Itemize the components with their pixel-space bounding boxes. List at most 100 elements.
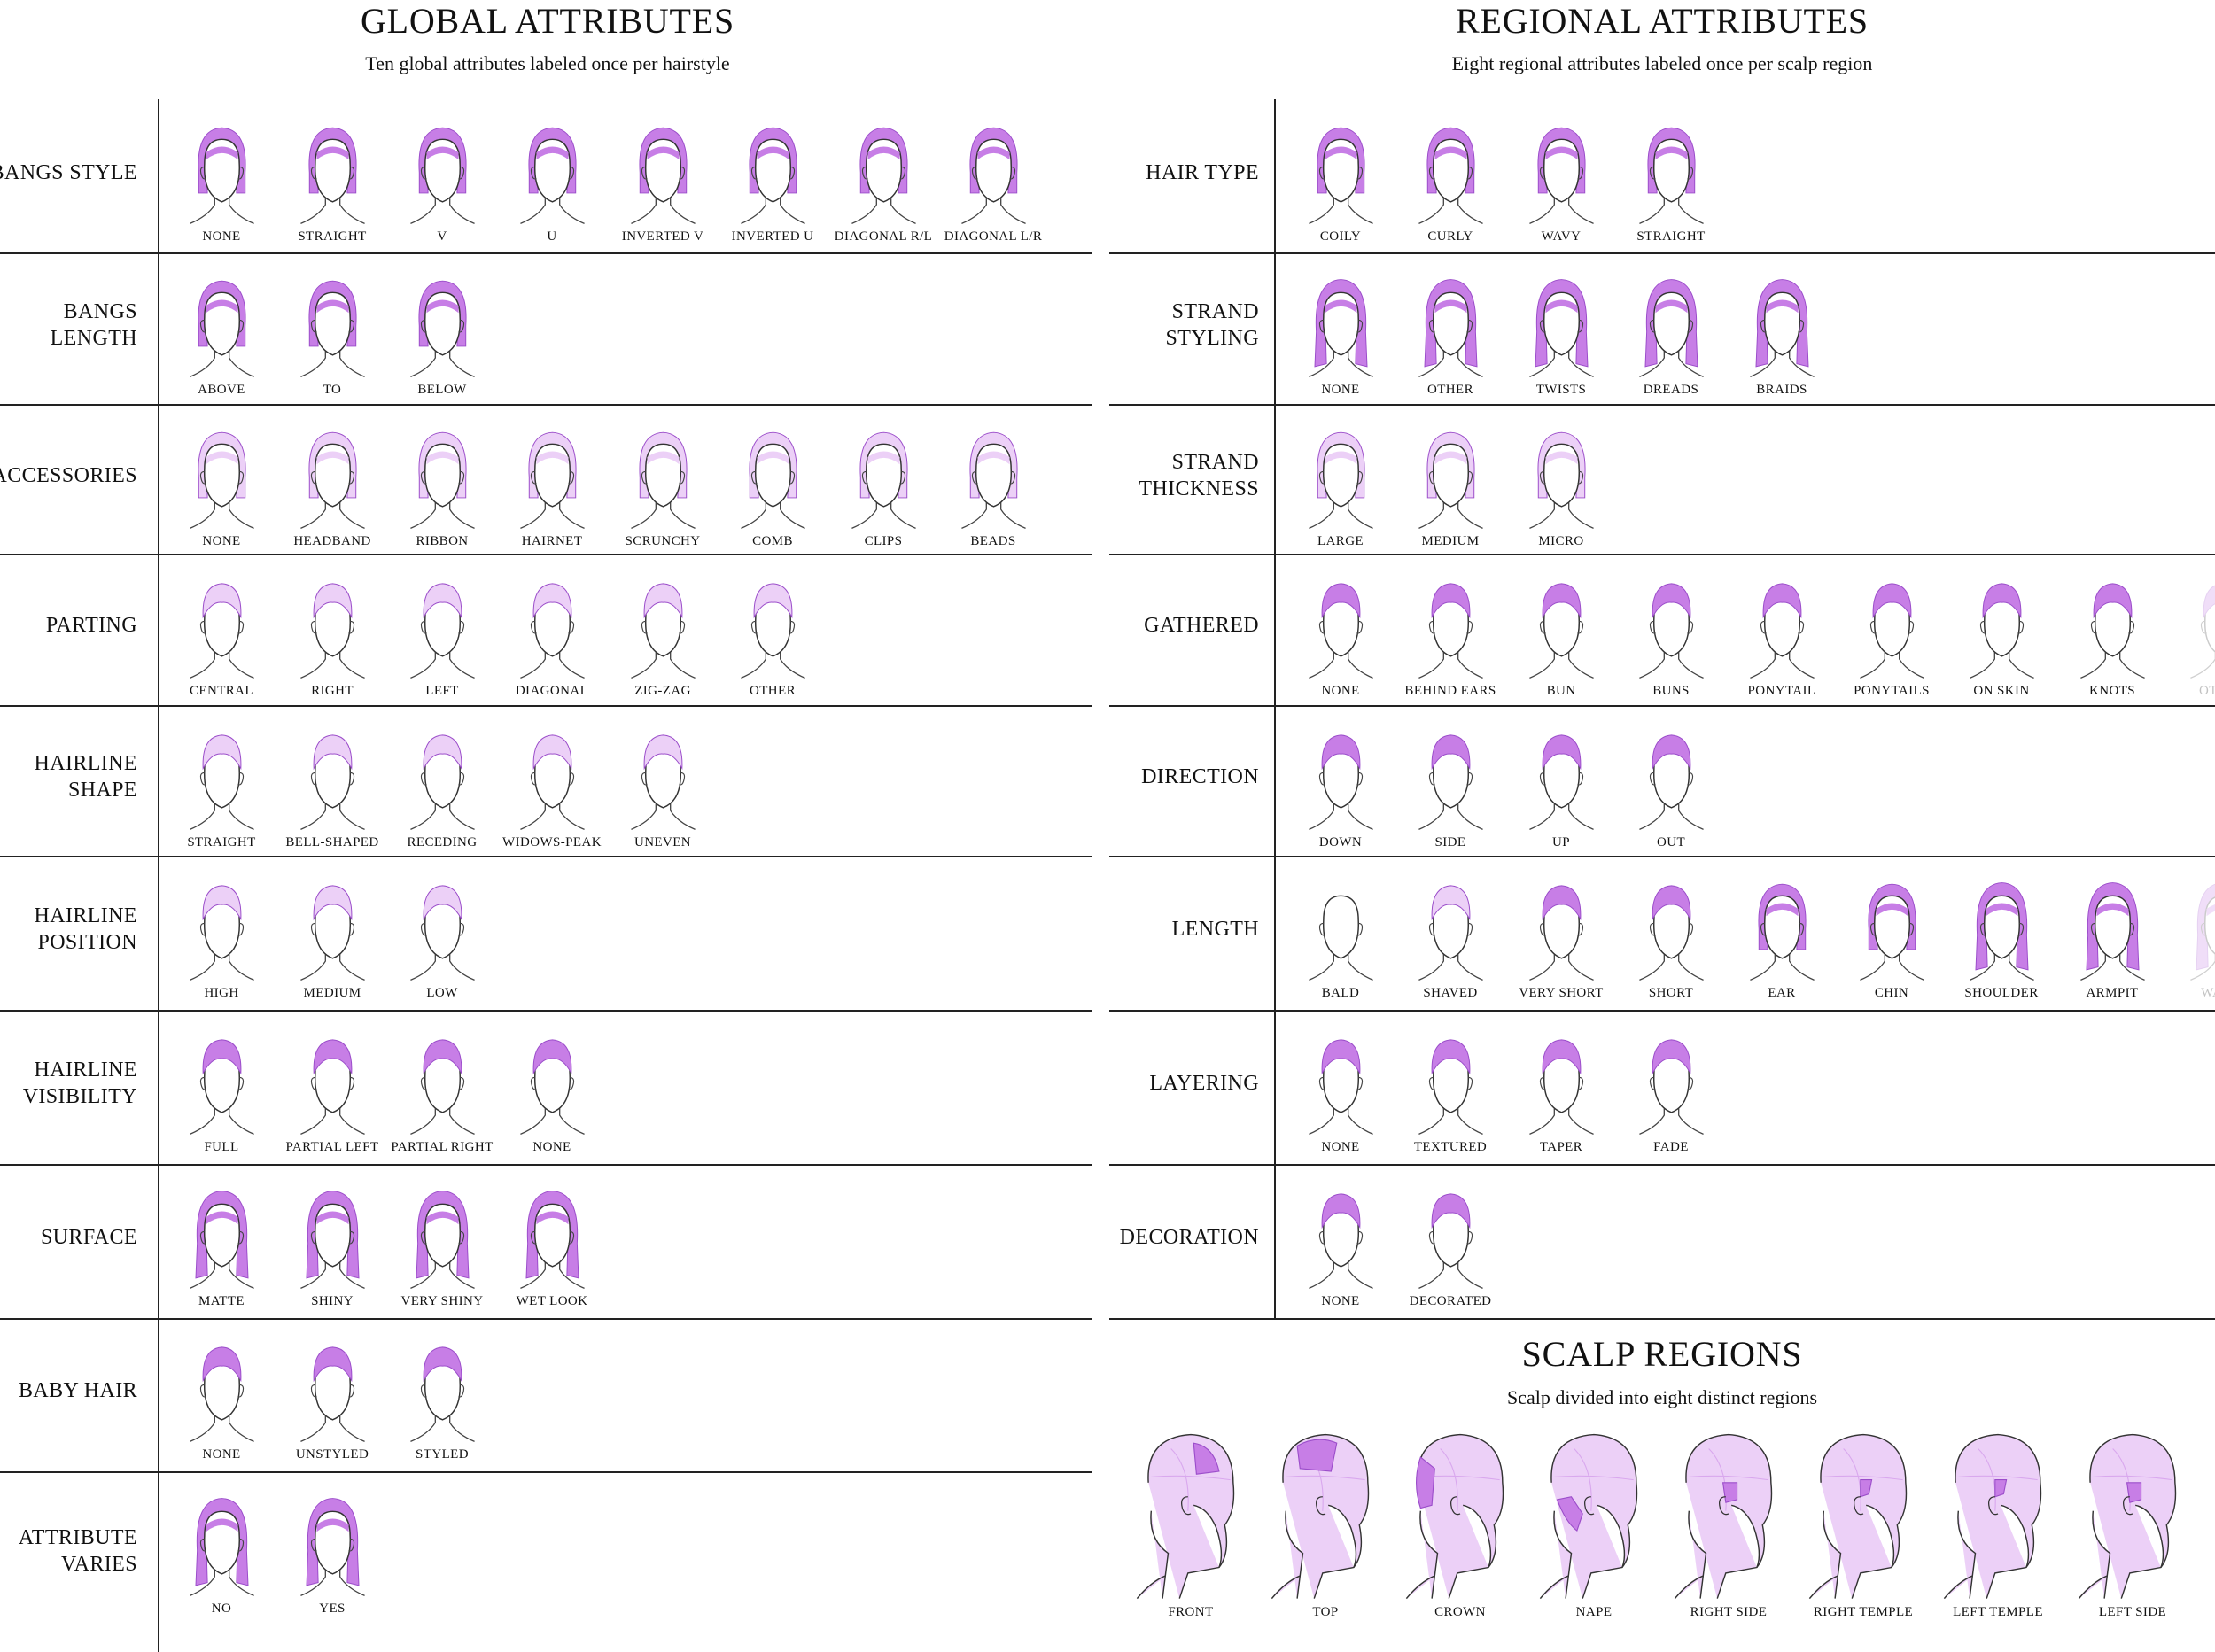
scalp-region-diagram: TOP (1259, 1426, 1392, 1620)
scalp-region-head-icon (1674, 1433, 1773, 1600)
row-label: DECORATION (1119, 1226, 1259, 1249)
attribute-option: PONYTAIL (1727, 575, 1837, 699)
attribute-option: INVERTED U (718, 120, 828, 244)
option-label: LEFT (425, 684, 459, 698)
option-label: DREADS (1643, 383, 1699, 397)
row-divider (0, 404, 1092, 406)
scalp-region-head-icon (1943, 1433, 2042, 1600)
attribute-option: ARMPIT (2057, 877, 2167, 1001)
option-label: FADE (1653, 1140, 1689, 1154)
attribute-option: CURLY (1395, 120, 1505, 244)
hairstyle-head-icon (1528, 583, 1594, 679)
option-label: LARGE (1317, 534, 1364, 548)
scalp-region-diagram: RIGHT TEMPLE (1797, 1426, 1930, 1620)
attribute-option: RIGHT (277, 575, 387, 699)
scalp-region-diagram: NAPE (1527, 1426, 1660, 1620)
attribute-option: EAR (1727, 877, 1837, 1001)
hairstyle-head-icon (1528, 885, 1594, 981)
hairstyle-head-icon (299, 1498, 365, 1596)
attribute-option: V (387, 120, 497, 244)
hairstyle-head-icon (189, 734, 254, 830)
hairstyle-head-icon (409, 1346, 475, 1442)
attribute-option: ON SKIN (1947, 575, 2056, 699)
attribute-option: MATTE (167, 1185, 276, 1309)
attribute-option: YES (277, 1493, 387, 1617)
attribute-option: TAPER (1506, 1031, 1616, 1155)
hairstyle-head-icon (630, 734, 696, 830)
hairstyle-head-icon (189, 127, 254, 224)
row-divider (1109, 705, 2215, 707)
attribute-option: HEADBAND (277, 425, 387, 549)
scalp-title: SCALP REGIONS (1521, 1334, 1803, 1374)
scalp-region-diagram: CROWN (1394, 1426, 1527, 1620)
region-label: RIGHT SIDE (1690, 1605, 1768, 1619)
attribute-option: FULL (167, 1031, 276, 1155)
attribute-option: SIDE (1395, 726, 1505, 850)
hairstyle-head-icon (1418, 431, 1483, 529)
hairstyle-head-icon (1418, 734, 1483, 830)
row-divider (1109, 404, 2215, 406)
option-label: YES (319, 1602, 346, 1616)
hairstyle-head-icon (519, 734, 585, 830)
row-divider (0, 1164, 1092, 1166)
row-label: ATTRIBUTE VARIES (18, 1526, 137, 1576)
option-label: NONE (1321, 1294, 1360, 1308)
attribute-option: OTHER (718, 575, 828, 699)
row-label: HAIR TYPE (1146, 161, 1259, 184)
hairstyle-head-icon (409, 734, 475, 830)
global-subtitle: Ten global attributes labeled once per h… (365, 52, 730, 74)
attribute-option: OTHER (1395, 274, 1505, 398)
option-label: NONE (1321, 1140, 1360, 1154)
region-label: NAPE (1575, 1605, 1613, 1619)
option-label: ON SKIN (1973, 684, 2030, 698)
hairstyle-head-icon (1418, 885, 1483, 981)
attribute-option: NONE (1286, 575, 1395, 699)
option-label: KNOTS (2088, 684, 2135, 698)
region-label: LEFT SIDE (2098, 1605, 2167, 1619)
hairstyle-head-icon (1418, 1193, 1483, 1289)
hairstyle-head-icon (1528, 431, 1594, 529)
hairstyle-head-icon (740, 127, 805, 224)
hairstyle-head-icon (1418, 127, 1483, 224)
attribute-option: UP (1506, 726, 1616, 850)
option-label: UP (1552, 835, 1570, 849)
option-label: COILY (1319, 229, 1362, 244)
hairstyle-head-icon (1528, 279, 1594, 377)
option-label: WAVY (1541, 229, 1582, 244)
attribute-option: VERY SHINY (387, 1185, 497, 1309)
option-label: DOWN (1318, 835, 1363, 849)
hairstyle-head-icon (630, 583, 696, 679)
hairstyle-head-icon (851, 127, 916, 224)
attribute-option: KNOTS (2057, 575, 2167, 699)
option-label: NONE (1321, 684, 1360, 698)
attribute-option: CLIPS (828, 425, 938, 549)
option-label: BELL-SHAPED (285, 835, 379, 849)
hairstyle-head-icon (1969, 882, 2034, 981)
hairstyle-head-icon (1638, 279, 1704, 377)
option-label: CLIPS (864, 534, 903, 548)
attribute-option: COMB (718, 425, 828, 549)
scalp-region-head-icon (1405, 1433, 1504, 1600)
row-label: BABY HAIR (18, 1379, 137, 1402)
attribute-option: BELL-SHAPED (277, 726, 387, 850)
attribute-option: VERY SHORT (1506, 877, 1616, 1001)
hairstyle-head-icon (409, 127, 475, 224)
attribute-option: RIBBON (387, 425, 497, 549)
row-divider (0, 705, 1092, 707)
option-label: STRAIGHT (1636, 229, 1706, 244)
attribute-option: LARGE (1286, 425, 1395, 549)
hairstyle-head-icon (1308, 1039, 1373, 1135)
attribute-option: ZIG-ZAG (608, 575, 718, 699)
attribute-option: WAIST (2167, 877, 2215, 1001)
option-label: SHOULDER (1964, 986, 2039, 1000)
option-label: DECORATED (1409, 1294, 1492, 1308)
option-label: ABOVE (198, 383, 245, 397)
option-label: ZIG-ZAG (634, 684, 691, 698)
attribute-option: DOWN (1286, 726, 1395, 850)
scalp-region-diagram: FRONT (1124, 1426, 1257, 1620)
option-label: STYLED (416, 1447, 469, 1462)
attribute-option: NO (167, 1493, 276, 1617)
attribute-option: ABOVE (167, 274, 276, 398)
attribute-option: RECEDING (387, 726, 497, 850)
row-divider (0, 554, 1092, 555)
